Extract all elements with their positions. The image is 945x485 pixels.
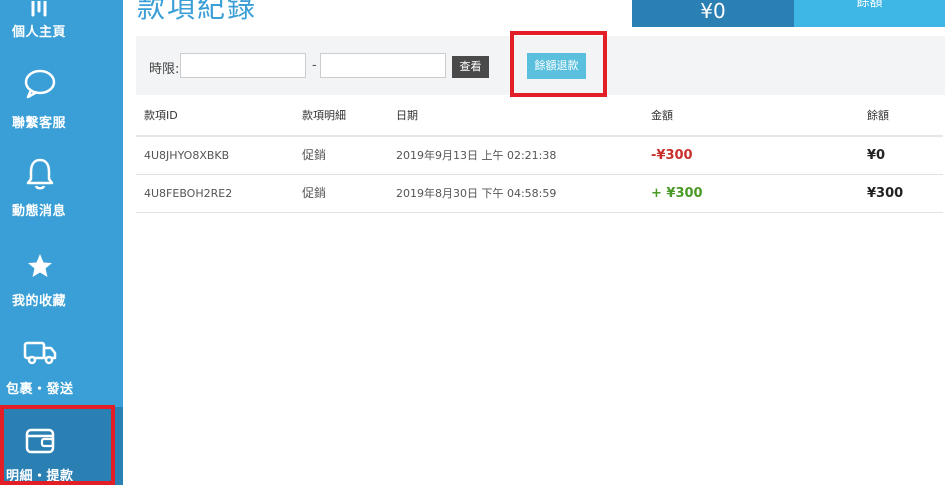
sidebar-item-label: 聯繫客服 [12,116,67,131]
column-header-date: 日期 [396,109,418,122]
transaction-amount: + ¥300 [651,186,703,201]
date-range-label: 時限: [149,62,180,77]
transaction-amount: -¥300 [651,148,693,163]
refund-button[interactable]: 餘額退款 [527,53,586,79]
end-date-input[interactable] [320,53,446,78]
transaction-balance: ¥0 [867,148,886,163]
balance-button[interactable]: 餘額 [794,0,945,27]
transaction-date: 2019年9月13日 上午 02:21:38 [396,149,557,162]
sidebar-item-label: 動態消息 [12,204,67,219]
sidebar-item-label: 明細・提款 [6,469,74,484]
sidebar-item-shipping[interactable]: 包裹・發送 [0,328,123,416]
chat-bubble-icon [22,66,58,102]
truck-icon [22,334,58,370]
page-title: 款項紀錄 [137,0,258,24]
transaction-balance: ¥300 [867,186,904,201]
sidebar: 個人主頁 聯繫客服 動態消息 我的收藏 包裹・發送 明細・提款 [0,0,123,485]
column-header-id: 款項ID [144,109,178,122]
transaction-type: 促銷 [302,186,327,200]
balance-display: ¥0 [632,0,794,27]
table-row: 4U8FEBOH2RE2 促銷 2019年8月30日 下午 04:58:59 +… [136,175,943,213]
sidebar-item-contact[interactable]: 聯繫客服 [0,60,123,148]
column-header-amount: 金額 [651,109,673,122]
bell-icon [22,156,58,192]
sidebar-item-favorites[interactable]: 我的收藏 [0,240,123,328]
sidebar-item-label: 個人主頁 [12,25,67,40]
start-date-input[interactable] [180,53,306,78]
transaction-id: 4U8FEBOH2RE2 [144,187,233,200]
transaction-type: 促銷 [302,148,327,162]
star-icon [22,248,58,284]
transaction-date: 2019年8月30日 下午 04:58:59 [396,187,557,200]
wallet-icon [22,423,58,459]
sidebar-item-wallet[interactable]: 明細・提款 [0,407,123,485]
filter-bar: 時限: - 查看 餘額退款 [136,36,945,95]
table-header: 款項ID 款項明細 日期 金額 餘額 [136,96,943,137]
column-header-balance: 餘額 [867,109,889,122]
transaction-id: 4U8JHYO8XBKB [144,149,230,162]
search-button[interactable]: 查看 [452,56,489,78]
sidebar-item-label: 包裹・發送 [6,382,74,397]
sidebar-item-label: 我的收藏 [12,294,67,309]
date-separator: - [312,58,317,73]
sidebar-item-home[interactable]: 個人主頁 [0,0,123,40]
sidebar-item-news[interactable]: 動態消息 [0,150,123,238]
column-header-type: 款項明細 [302,109,346,122]
table-row: 4U8JHYO8XBKB 促銷 2019年9月13日 上午 02:21:38 -… [136,137,943,175]
transactions-table: 款項ID 款項明細 日期 金額 餘額 4U8JHYO8XBKB 促銷 2019年… [136,96,943,213]
